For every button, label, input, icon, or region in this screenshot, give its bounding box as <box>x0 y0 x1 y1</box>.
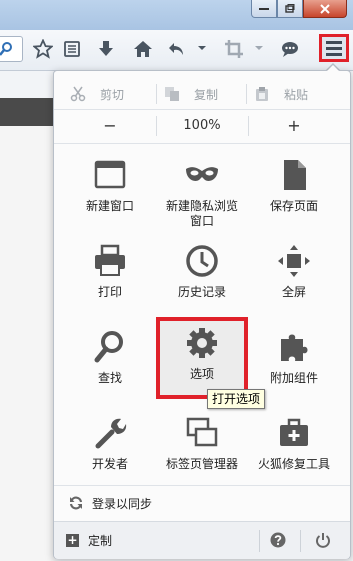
home-icon[interactable] <box>133 39 153 59</box>
chevron-down-icon[interactable] <box>196 41 208 55</box>
tab-manager-button[interactable]: 标签页管理器 <box>156 407 248 493</box>
maximize-button[interactable] <box>277 0 303 18</box>
printer-icon <box>95 244 125 276</box>
plus-icon: + <box>66 533 79 547</box>
new-window-label: 新建窗口 <box>85 199 134 213</box>
downloads-icon[interactable] <box>96 39 116 59</box>
minimize-icon <box>259 7 269 10</box>
zoom-out-button[interactable]: − <box>64 111 156 141</box>
scissors-icon <box>70 86 86 102</box>
find-button[interactable]: 查找 <box>64 321 156 407</box>
close-icon <box>320 3 330 14</box>
chat-bubble-icon[interactable] <box>280 39 300 59</box>
tab-groups-icon <box>186 417 218 447</box>
panel-footer: + 定制 <box>54 521 350 559</box>
search-box[interactable] <box>0 36 23 62</box>
copy-icon <box>165 87 179 101</box>
help-icon[interactable] <box>270 532 286 548</box>
fullscreen-icon <box>278 245 310 277</box>
find-label: 查找 <box>97 371 122 385</box>
cut-button[interactable]: 剪切 <box>70 79 124 109</box>
chevron-down-icon[interactable] <box>253 41 265 55</box>
save-page-icon <box>284 160 306 190</box>
sync-icon <box>69 496 83 510</box>
print-button[interactable]: 打印 <box>64 235 156 321</box>
options-tooltip: 打开选项 <box>207 389 266 409</box>
save-page-button[interactable]: 保存页面 <box>248 149 340 235</box>
toolbox-icon <box>280 418 308 446</box>
customize-label: 定制 <box>88 534 113 548</box>
copy-button[interactable]: 复制 <box>164 79 218 109</box>
zoom-reset-button[interactable]: 100% <box>156 111 248 141</box>
title-bar <box>0 0 353 30</box>
bookmark-star-icon[interactable] <box>33 39 53 59</box>
repair-tool-button[interactable]: 火狐修复工具 <box>248 407 340 493</box>
search-icon <box>0 42 12 56</box>
addons-label: 附加组件 <box>269 371 318 385</box>
menu-items-grid: 新建窗口 新建隐私浏览 窗口 保存页面 打印 历史记录 全屏 查找 选项 附加组… <box>64 149 340 471</box>
restore-icon <box>285 4 295 13</box>
bookmarks-menu-icon[interactable] <box>62 39 82 59</box>
power-icon[interactable] <box>315 532 331 548</box>
clipboard-icon <box>256 87 268 101</box>
print-label: 打印 <box>97 285 122 299</box>
puzzle-piece-icon <box>281 334 308 361</box>
zoom-controls: − 100% + <box>64 111 340 141</box>
developer-button[interactable]: 开发者 <box>64 407 156 493</box>
copy-label: 复制 <box>194 87 219 102</box>
sync-label: 登录以同步 <box>92 496 153 511</box>
history-button[interactable]: 历史记录 <box>156 235 248 321</box>
save-page-label: 保存页面 <box>269 199 318 213</box>
repair-tool-label: 火狐修复工具 <box>257 457 330 471</box>
crop-icon[interactable] <box>224 39 244 59</box>
clock-icon <box>186 245 218 277</box>
undo-icon[interactable] <box>167 39 187 59</box>
mask-icon <box>186 167 218 181</box>
navigation-toolbar <box>0 30 353 71</box>
new-window-button[interactable]: 新建窗口 <box>64 149 156 235</box>
tab-manager-label: 标签页管理器 <box>165 457 238 471</box>
cut-label: 剪切 <box>100 87 125 102</box>
options-label: 选项 <box>189 367 214 381</box>
menu-icon <box>326 40 342 44</box>
new-private-window-button[interactable]: 新建隐私浏览 窗口 <box>156 149 248 235</box>
fullscreen-button[interactable]: 全屏 <box>248 235 340 321</box>
gear-icon <box>187 328 217 358</box>
wrench-icon <box>95 418 127 449</box>
new-private-window-label: 新建隐私浏览 窗口 <box>165 199 238 228</box>
page-header-strip <box>0 98 55 126</box>
new-window-icon <box>94 160 126 189</box>
edit-controls: 剪切 复制 粘贴 <box>64 79 340 109</box>
main-menu-panel: 剪切 复制 粘贴 − 100% + 新建窗口 新建隐私浏览 窗口 保存页面 打印… <box>53 70 351 559</box>
options-button[interactable]: 选项 <box>156 317 248 399</box>
open-menu-button[interactable] <box>319 34 349 62</box>
developer-label: 开发者 <box>91 457 128 471</box>
paste-label: 粘贴 <box>284 87 309 102</box>
magnifier-icon <box>94 331 123 363</box>
minimize-button[interactable] <box>251 0 277 18</box>
zoom-in-button[interactable]: + <box>248 111 340 141</box>
history-label: 历史记录 <box>177 285 226 299</box>
close-button[interactable] <box>303 0 347 18</box>
sync-signin-button[interactable]: 登录以同步 <box>54 486 350 520</box>
paste-button[interactable]: 粘贴 <box>254 79 308 109</box>
customize-button[interactable]: + 定制 <box>66 522 112 559</box>
page-content <box>0 126 55 561</box>
window-controls <box>251 0 347 18</box>
fullscreen-label: 全屏 <box>281 285 306 299</box>
